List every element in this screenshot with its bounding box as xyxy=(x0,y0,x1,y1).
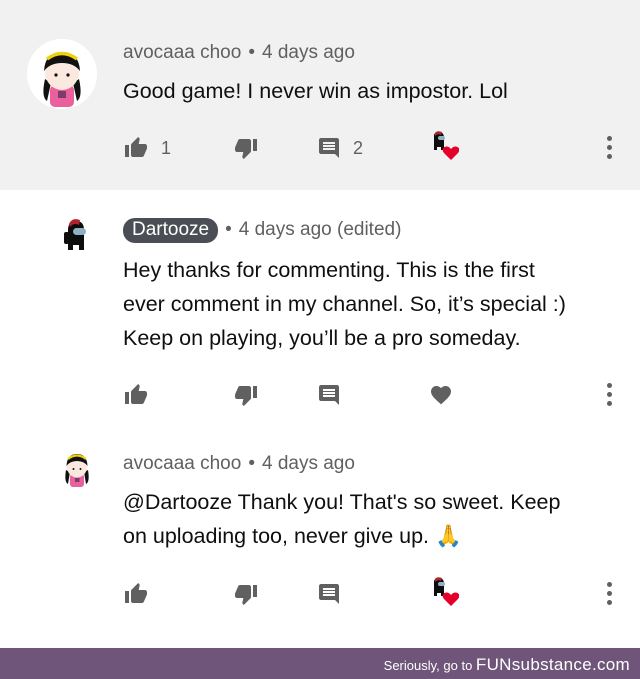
reply-comment: avocaaa choo • 4 days ago @Dartooze Thank … xyxy=(0,428,640,647)
comment-icon xyxy=(317,136,341,160)
action-bar: 1 2 xyxy=(123,131,623,163)
creator-heart xyxy=(429,131,459,161)
comment-line: Good game! I never win as impostor. Lol xyxy=(123,79,508,103)
comment-line: ever comment in my channel. So, it’s spe… xyxy=(123,292,566,316)
author-name[interactable]: avocaaa choo xyxy=(123,453,241,474)
comment-line: @Dartooze Thank you! That's so sweet. Ke… xyxy=(123,490,561,514)
avatar[interactable] xyxy=(27,39,97,109)
comment-meta: Dartooze • 4 days ago (edited) xyxy=(123,218,401,243)
thumbs-down-icon xyxy=(233,582,259,606)
comment-line: on uploading too, never give up. 🙏 xyxy=(123,524,462,548)
separator: • xyxy=(248,453,255,474)
reply-button[interactable] xyxy=(317,579,341,609)
separator: • xyxy=(225,219,232,240)
watermark-bar: Seriously, go to FUNsubstance.com xyxy=(0,648,640,679)
thumbs-down-icon xyxy=(233,136,259,160)
comment-text: @Dartooze Thank you! That's so sweet. Ke… xyxy=(123,485,560,553)
comment-text: Good game! I never win as impostor. Lol xyxy=(123,74,508,108)
timestamp[interactable]: 4 days ago xyxy=(262,42,355,63)
comment-thread-top: avocaaa choo • 4 days ago Good game! I nev… xyxy=(0,12,640,190)
thumbs-down-icon xyxy=(233,383,259,407)
timestamp[interactable]: 4 days ago (edited) xyxy=(239,219,402,240)
reply-comment: Dartooze • 4 days ago (edited) Hey thanks … xyxy=(0,190,640,428)
action-bar xyxy=(123,577,623,609)
like-button[interactable] xyxy=(123,380,149,410)
creator-heart xyxy=(429,577,459,607)
heart-icon xyxy=(428,383,454,407)
heart-button[interactable] xyxy=(428,380,454,410)
watermark-prefix: Seriously, go to xyxy=(383,658,473,673)
thumbs-up-icon xyxy=(123,136,149,160)
like-count: 1 xyxy=(161,137,172,158)
like-button[interactable]: 1 xyxy=(123,133,171,163)
comment-icon xyxy=(317,383,341,407)
heart-icon xyxy=(429,130,459,162)
dislike-button[interactable] xyxy=(233,380,259,410)
timestamp[interactable]: 4 days ago xyxy=(262,453,355,474)
avatar[interactable] xyxy=(58,448,96,488)
thumbs-up-icon xyxy=(123,383,149,407)
dislike-button[interactable] xyxy=(233,579,259,609)
watermark-text: Seriously, go to FUNsubstance.com xyxy=(384,655,630,675)
author-name[interactable]: avocaaa choo xyxy=(123,42,241,63)
more-icon[interactable] xyxy=(604,582,614,608)
comment-icon xyxy=(317,582,341,606)
more-icon[interactable] xyxy=(604,136,614,162)
thumbs-up-icon xyxy=(123,582,149,606)
separator: • xyxy=(248,42,255,63)
dislike-button[interactable] xyxy=(233,133,259,163)
top-strip xyxy=(0,0,640,12)
reply-button[interactable]: 2 xyxy=(317,133,363,163)
like-button[interactable] xyxy=(123,579,149,609)
comment-line: Hey thanks for commenting. This is the f… xyxy=(123,258,535,282)
more-icon[interactable] xyxy=(604,383,614,409)
avatar[interactable] xyxy=(56,216,96,256)
comment-meta: avocaaa choo • 4 days ago xyxy=(123,453,355,475)
reply-count: 2 xyxy=(353,137,364,158)
comment-text: Hey thanks for commenting. This is the f… xyxy=(123,253,566,355)
heart-icon xyxy=(429,576,459,608)
watermark-brand: FUNsubstance.com xyxy=(475,655,630,674)
comment-meta: avocaaa choo • 4 days ago xyxy=(123,42,355,64)
action-bar xyxy=(123,380,623,410)
reply-button[interactable] xyxy=(317,380,341,410)
author-badge[interactable]: Dartooze xyxy=(123,218,219,243)
comment-line: Keep on playing, you’ll be a pro someday… xyxy=(123,326,521,350)
